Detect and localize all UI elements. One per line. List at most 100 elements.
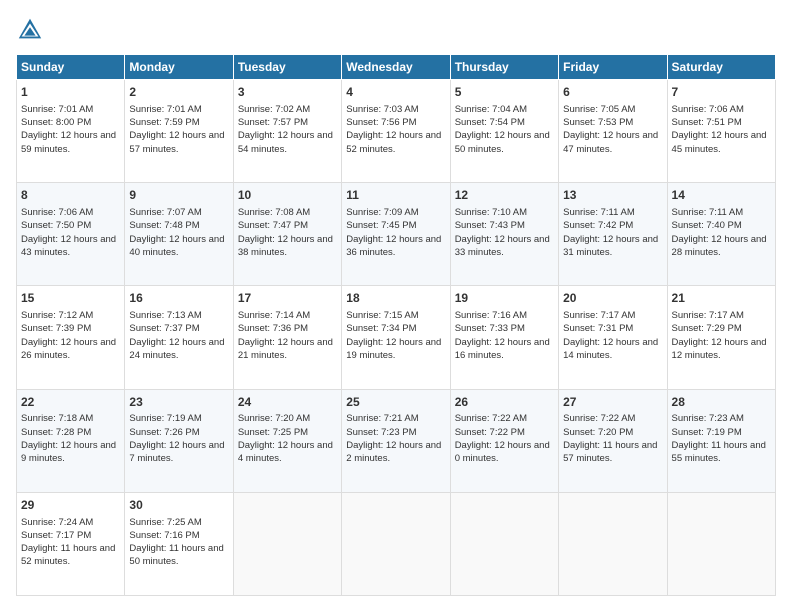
daylight-label: Daylight: 12 hours and 33 minutes. (455, 234, 550, 258)
calendar-cell: 12Sunrise: 7:10 AMSunset: 7:43 PMDayligh… (450, 183, 558, 286)
daylight-label: Daylight: 12 hours and 21 minutes. (238, 337, 333, 361)
daylight-label: Daylight: 12 hours and 50 minutes. (455, 130, 550, 154)
week-row-3: 15 Sunrise: 7:12 AM Sunset: 7:39 PM Dayligh… (17, 286, 776, 389)
daylight-label: Daylight: 11 hours and 50 minutes. (129, 543, 223, 567)
calendar-cell: 21 Sunrise: 7:17 AM Sunset: 7:29 PM Dayligh… (667, 286, 775, 389)
sunrise-label: Sunrise: 7:01 AM (21, 104, 93, 115)
weekday-friday: Friday (559, 55, 667, 80)
sunrise-label: Sunrise: 7:06 AM (672, 104, 744, 115)
sunset-label: Sunset: 7:25 PM (238, 427, 308, 438)
daylight-label: Daylight: 12 hours and 38 minutes. (238, 234, 333, 258)
daylight-label: Daylight: 12 hours and 36 minutes. (346, 234, 441, 258)
sunset-label: Sunset: 7:57 PM (238, 117, 308, 128)
sunset-label: Sunset: 7:45 PM (346, 220, 416, 231)
day-number: 3 (238, 84, 337, 101)
day-number: 19 (455, 290, 554, 307)
day-number: 17 (238, 290, 337, 307)
day-number: 1 (21, 84, 120, 101)
sunrise-label: Sunrise: 7:20 AM (238, 413, 310, 424)
day-number: 8 (21, 187, 120, 204)
sunset-label: Sunset: 7:29 PM (672, 323, 742, 334)
sunrise-label: Sunrise: 7:10 AM (455, 207, 527, 218)
calendar-cell: 11 Sunrise: 7:09 AM Sunset: 7:45 PM Dayligh… (342, 183, 450, 286)
sunset-label: Sunset: 7:26 PM (129, 427, 199, 438)
day-number: 15 (21, 290, 120, 307)
calendar-body: 1 Sunrise: 7:01 AM Sunset: 8:00 PM Daylight… (17, 80, 776, 596)
day-number: 28 (672, 394, 771, 411)
sunrise-label: Sunrise: 7:01 AM (129, 104, 201, 115)
page: SundayMondayTuesdayWednesdayThursdayFrid… (0, 0, 792, 612)
day-number: 18 (346, 290, 445, 307)
day-number: 21 (672, 290, 771, 307)
sunrise-label: Sunrise: 7:21 AM (346, 413, 418, 424)
daylight-label: Daylight: 12 hours and 47 minutes. (563, 130, 658, 154)
daylight-label: Daylight: 12 hours and 24 minutes. (129, 337, 224, 361)
calendar-cell (450, 492, 558, 595)
daylight-label: Daylight: 12 hours and 14 minutes. (563, 337, 658, 361)
calendar-cell: 13Sunrise: 7:11 AMSunset: 7:42 PMDayligh… (559, 183, 667, 286)
sunrise-label: Sunrise: 7:17 AM (672, 310, 744, 321)
daylight-label: Daylight: 12 hours and 9 minutes. (21, 440, 116, 464)
sunrise-label: Sunrise: 7:22 AM (455, 413, 527, 424)
sunset-label: Sunset: 7:59 PM (129, 117, 199, 128)
calendar-cell: 4Sunrise: 7:03 AMSunset: 7:56 PMDaylight… (342, 80, 450, 183)
sunset-label: Sunset: 7:40 PM (672, 220, 742, 231)
day-number: 7 (672, 84, 771, 101)
week-row-4: 22Sunrise: 7:18 AMSunset: 7:28 PMDayligh… (17, 389, 776, 492)
calendar-cell: 6 Sunrise: 7:05 AM Sunset: 7:53 PM Daylight… (559, 80, 667, 183)
week-row-1: 1 Sunrise: 7:01 AM Sunset: 8:00 PM Daylight… (17, 80, 776, 183)
calendar-cell: 20Sunrise: 7:17 AMSunset: 7:31 PMDayligh… (559, 286, 667, 389)
sunset-label: Sunset: 7:54 PM (455, 117, 525, 128)
day-number: 5 (455, 84, 554, 101)
sunset-label: Sunset: 7:39 PM (21, 323, 91, 334)
day-number: 11 (346, 187, 445, 204)
day-number: 30 (129, 497, 228, 514)
calendar-cell: 7Sunrise: 7:06 AMSunset: 7:51 PMDaylight… (667, 80, 775, 183)
sunrise-label: Sunrise: 7:12 AM (21, 310, 93, 321)
sunrise-label: Sunrise: 7:03 AM (346, 104, 418, 115)
sunrise-label: Sunrise: 7:14 AM (238, 310, 310, 321)
sunset-label: Sunset: 7:47 PM (238, 220, 308, 231)
daylight-label: Daylight: 12 hours and 59 minutes. (21, 130, 116, 154)
sunset-label: Sunset: 7:23 PM (346, 427, 416, 438)
calendar-cell: 1 Sunrise: 7:01 AM Sunset: 8:00 PM Daylight… (17, 80, 125, 183)
sunset-label: Sunset: 7:34 PM (346, 323, 416, 334)
sunset-label: Sunset: 7:28 PM (21, 427, 91, 438)
sunset-label: Sunset: 7:17 PM (21, 530, 91, 541)
calendar-cell: 14Sunrise: 7:11 AMSunset: 7:40 PMDayligh… (667, 183, 775, 286)
calendar-cell: 8Sunrise: 7:06 AMSunset: 7:50 PMDaylight… (17, 183, 125, 286)
weekday-monday: Monday (125, 55, 233, 80)
sunset-label: Sunset: 7:48 PM (129, 220, 199, 231)
day-number: 27 (563, 394, 662, 411)
calendar-cell: 19Sunrise: 7:16 AMSunset: 7:33 PMDayligh… (450, 286, 558, 389)
sunset-label: Sunset: 7:53 PM (563, 117, 633, 128)
day-number: 16 (129, 290, 228, 307)
sunrise-label: Sunrise: 7:09 AM (346, 207, 418, 218)
weekday-wednesday: Wednesday (342, 55, 450, 80)
calendar-cell: 23Sunrise: 7:19 AMSunset: 7:26 PMDayligh… (125, 389, 233, 492)
calendar-cell: 16Sunrise: 7:13 AMSunset: 7:37 PMDayligh… (125, 286, 233, 389)
daylight-label: Daylight: 11 hours and 57 minutes. (563, 440, 657, 464)
day-number: 14 (672, 187, 771, 204)
daylight-label: Daylight: 12 hours and 45 minutes. (672, 130, 767, 154)
daylight-label: Daylight: 12 hours and 52 minutes. (346, 130, 441, 154)
weekday-header-row: SundayMondayTuesdayWednesdayThursdayFrid… (17, 55, 776, 80)
sunrise-label: Sunrise: 7:19 AM (129, 413, 201, 424)
sunrise-label: Sunrise: 7:11 AM (672, 207, 744, 218)
sunset-label: Sunset: 8:00 PM (21, 117, 91, 128)
sunrise-label: Sunrise: 7:05 AM (563, 104, 635, 115)
sunrise-label: Sunrise: 7:02 AM (238, 104, 310, 115)
daylight-label: Daylight: 12 hours and 40 minutes. (129, 234, 224, 258)
calendar-cell (667, 492, 775, 595)
sunrise-label: Sunrise: 7:24 AM (21, 517, 93, 528)
calendar-cell: 15Sunrise: 7:12 AMSunset: 7:39 PMDayligh… (17, 286, 125, 389)
weekday-tuesday: Tuesday (233, 55, 341, 80)
calendar-cell (559, 492, 667, 595)
calendar-cell: 9Sunrise: 7:07 AMSunset: 7:48 PMDaylight… (125, 183, 233, 286)
calendar-cell: 22Sunrise: 7:18 AMSunset: 7:28 PMDayligh… (17, 389, 125, 492)
sunset-label: Sunset: 7:37 PM (129, 323, 199, 334)
calendar-cell: 30Sunrise: 7:25 AMSunset: 7:16 PMDayligh… (125, 492, 233, 595)
daylight-label: Daylight: 12 hours and 12 minutes. (672, 337, 767, 361)
day-number: 6 (563, 84, 662, 101)
calendar-cell: 2Sunrise: 7:01 AMSunset: 7:59 PMDaylight… (125, 80, 233, 183)
